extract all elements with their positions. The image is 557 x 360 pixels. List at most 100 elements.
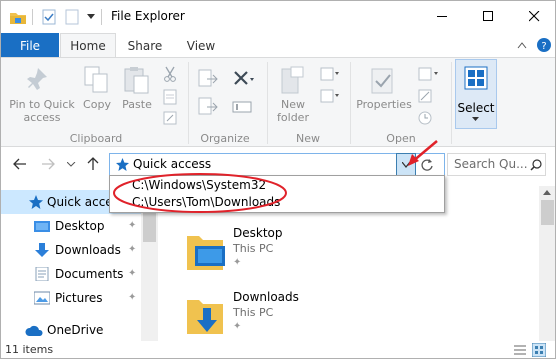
pin-icon: ✦	[233, 257, 242, 268]
edit-icon[interactable]	[417, 88, 433, 104]
nav-item-desktop[interactable]: Desktop ✦	[1, 214, 141, 238]
history-icon[interactable]	[417, 110, 433, 126]
maximize-icon	[482, 10, 493, 21]
pin-icon: ✦	[128, 268, 137, 279]
copy-to-icon[interactable]	[197, 96, 221, 118]
onedrive-icon	[25, 325, 43, 336]
open-icon[interactable]	[417, 66, 441, 82]
copy-label: Copy	[83, 98, 111, 111]
pin-to-quick-access-button[interactable]: Pin to Quick access	[5, 60, 79, 128]
scrollbar-thumb[interactable]	[541, 200, 554, 225]
tab-view[interactable]: View	[176, 33, 226, 58]
ribbon-tabs: File Home Share View ?	[1, 33, 555, 58]
pin-icon: ✦	[128, 292, 137, 303]
paste-icon	[124, 67, 149, 94]
title-separator	[101, 9, 102, 25]
nav-item-downloads[interactable]: Downloads ✦	[1, 238, 141, 262]
refresh-icon[interactable]	[420, 158, 434, 172]
group-organize-label: Organize	[200, 132, 250, 145]
minimize-button[interactable]	[419, 1, 465, 31]
details-view-icon[interactable]	[513, 344, 527, 356]
paste-button[interactable]: Paste	[117, 60, 157, 128]
pushpin-icon	[27, 68, 47, 90]
copy-path-icon[interactable]	[162, 89, 178, 105]
paste-label: Paste	[122, 98, 152, 111]
status-bar: 11 items	[1, 341, 555, 358]
downloads-folder-icon	[187, 300, 223, 334]
forward-icon[interactable]	[41, 158, 55, 170]
folder-tile-downloads[interactable]: Downloads This PC ✦	[183, 290, 343, 340]
search-placeholder: Search Qu...	[454, 157, 528, 171]
new-folder-button[interactable]: New folder	[271, 60, 315, 128]
rename-icon[interactable]	[232, 98, 254, 116]
ribbon-separator	[451, 62, 452, 144]
group-clipboard-label: Clipboard	[69, 132, 123, 145]
paste-shortcut-icon[interactable]	[162, 110, 178, 126]
address-bar[interactable]: Quick access	[109, 153, 445, 176]
large-icons-view-icon[interactable]	[532, 343, 546, 357]
back-icon[interactable]	[13, 158, 27, 170]
new-folder-label-line1: New	[281, 98, 305, 111]
recent-locations-icon[interactable]	[67, 162, 76, 168]
title-bar: File Explorer	[1, 1, 555, 33]
select-dropdown-icon	[472, 117, 479, 121]
easy-access-icon[interactable]	[319, 88, 339, 104]
tile-location: This PC	[233, 242, 274, 255]
select-button[interactable]: Select	[455, 59, 497, 129]
folder-tile-desktop[interactable]: Desktop This PC ✦	[183, 226, 343, 276]
maximize-button[interactable]	[465, 1, 511, 31]
group-open-label: Open	[386, 132, 416, 145]
qat-separator	[32, 9, 33, 25]
copy-button[interactable]: Copy	[79, 60, 115, 128]
group-new-label: New	[296, 132, 320, 145]
history-item[interactable]: C:\Users\Tom\Downloads	[132, 195, 280, 209]
nav-item-label: Documents	[55, 267, 124, 281]
address-history-dropdown: C:\Windows\System32 C:\Users\Tom\Downloa…	[109, 175, 445, 213]
nav-item-onedrive[interactable]: OneDrive	[1, 318, 141, 342]
delete-icon[interactable]	[232, 70, 254, 88]
move-to-icon[interactable]	[197, 68, 221, 90]
nav-item-pictures[interactable]: Pictures ✦	[1, 286, 141, 310]
tab-home[interactable]: Home	[60, 33, 116, 58]
nav-item-label: OneDrive	[47, 323, 104, 337]
ribbon-home: Pin to Quick access Copy Paste Clipboard…	[1, 57, 555, 147]
downloads-icon	[35, 243, 49, 257]
select-label: Select	[457, 101, 495, 115]
scroll-up-icon	[543, 190, 551, 195]
new-folder-qat-icon[interactable]	[65, 9, 79, 25]
nav-item-documents[interactable]: Documents ✦	[1, 262, 141, 286]
content-scrollbar[interactable]	[539, 186, 555, 341]
tile-location: This PC	[233, 306, 274, 319]
search-input[interactable]: Search Qu...	[447, 153, 546, 176]
pictures-icon	[34, 291, 50, 305]
properties-button[interactable]: Properties	[353, 60, 415, 128]
pin-icon: ✦	[233, 321, 242, 332]
tile-name: Desktop	[233, 226, 283, 240]
item-count: 11 items	[5, 343, 54, 356]
pin-label-line1: Pin to Quick	[9, 98, 75, 111]
desktop-folder-icon	[187, 236, 225, 270]
chevron-down-icon	[402, 162, 411, 168]
folder-app-icon	[10, 13, 26, 24]
svg-text:?: ?	[541, 41, 546, 52]
documents-icon	[35, 267, 49, 281]
minimize-icon	[436, 15, 447, 17]
tab-share[interactable]: Share	[119, 33, 171, 58]
up-icon[interactable]	[87, 157, 99, 171]
pin-icon: ✦	[128, 244, 137, 255]
window-title: File Explorer	[111, 9, 185, 23]
new-item-icon[interactable]	[319, 66, 339, 82]
tab-file[interactable]: File	[1, 33, 59, 58]
history-item[interactable]: C:\Windows\System32	[132, 178, 266, 192]
address-dropdown-button[interactable]	[396, 153, 416, 176]
help-icon[interactable]: ?	[536, 37, 552, 53]
cut-icon[interactable]	[162, 66, 178, 82]
collapse-ribbon-icon[interactable]	[517, 42, 527, 49]
properties-qat-icon[interactable]	[42, 9, 56, 25]
close-icon	[528, 10, 539, 21]
customize-qat-icon[interactable]	[87, 14, 96, 20]
copy-icon	[84, 66, 108, 93]
star-icon	[116, 158, 129, 171]
close-button[interactable]	[511, 1, 555, 31]
search-icon	[530, 159, 542, 171]
